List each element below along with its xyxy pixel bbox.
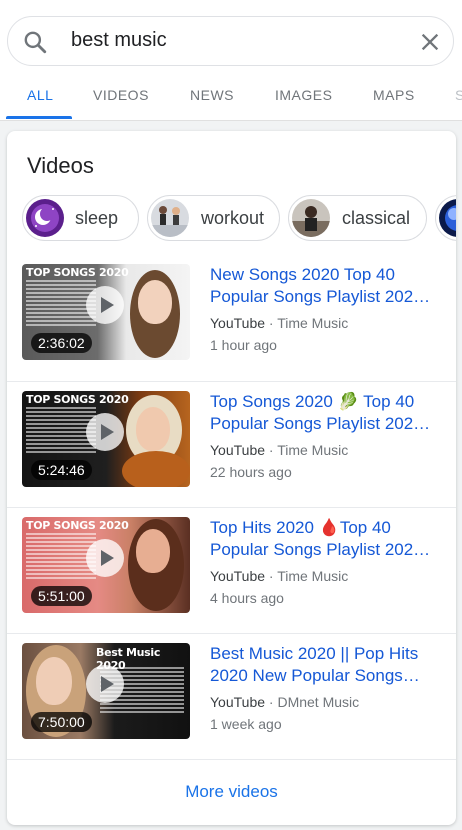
video-title[interactable]: Top Hits 2020 🩸Top 40 Popular Songs Play… bbox=[210, 517, 438, 561]
video-source: YouTube bbox=[210, 315, 266, 331]
search-box[interactable]: best music bbox=[7, 16, 454, 66]
tab-news[interactable]: NEWS bbox=[190, 87, 234, 103]
video-duration: 5:24:46 bbox=[31, 460, 92, 480]
play-icon bbox=[86, 665, 124, 703]
search-input[interactable]: best music bbox=[71, 29, 167, 52]
more-videos-link[interactable]: More videos bbox=[7, 782, 456, 802]
video-title[interactable]: Best Music 2020 || Pop Hits 2020 New Pop… bbox=[210, 643, 438, 687]
chip-label: sleep bbox=[75, 208, 119, 228]
video-result-1[interactable]: TOP SONGS 2020 2:36:02 New Songs 2020 To… bbox=[7, 255, 456, 381]
video-age: 1 hour ago bbox=[210, 337, 277, 353]
video-channel: · Time Music bbox=[268, 568, 349, 584]
search-header: best music ALL VIDEOS NEWS IMAGES MAPS S bbox=[0, 0, 462, 121]
video-meta: YouTube · Time Music bbox=[210, 442, 348, 458]
video-age: 4 hours ago bbox=[210, 590, 284, 606]
chip-sleep[interactable]: sleep bbox=[22, 195, 139, 241]
earth-icon bbox=[439, 199, 456, 237]
video-result-3[interactable]: TOP SONGS 2020 5:51:00 Top Hits 2020 🩸To… bbox=[7, 507, 456, 634]
moon-icon bbox=[26, 199, 64, 237]
tab-videos[interactable]: VIDEOS bbox=[93, 87, 149, 103]
active-tab-indicator bbox=[6, 116, 72, 119]
chip-workout[interactable]: workout bbox=[147, 195, 280, 241]
video-source: YouTube bbox=[210, 568, 266, 584]
chip-classical[interactable]: classical bbox=[288, 195, 427, 241]
tab-all[interactable]: ALL bbox=[27, 87, 53, 103]
video-meta: YouTube · DMnet Music bbox=[210, 694, 359, 710]
workout-thumbnail bbox=[151, 199, 189, 237]
video-meta: YouTube · Time Music bbox=[210, 315, 348, 331]
video-duration: 5:51:00 bbox=[31, 586, 92, 606]
video-source: YouTube bbox=[210, 442, 266, 458]
search-tabs: ALL VIDEOS NEWS IMAGES MAPS S bbox=[0, 70, 462, 120]
video-thumbnail[interactable]: Best Music 2020 7:50:00 bbox=[22, 643, 190, 739]
video-channel: · Time Music bbox=[268, 442, 349, 458]
tab-overflow[interactable]: S bbox=[455, 87, 462, 103]
video-thumbnail[interactable]: TOP SONGS 2020 2:36:02 bbox=[22, 264, 190, 360]
video-result-4[interactable]: Best Music 2020 7:50:00 Best Music 2020 … bbox=[7, 633, 456, 760]
search-icon[interactable] bbox=[22, 29, 48, 55]
more-videos-section: More videos bbox=[7, 759, 456, 825]
tab-images[interactable]: IMAGES bbox=[275, 87, 332, 103]
video-age: 22 hours ago bbox=[210, 464, 292, 480]
video-title[interactable]: Top Songs 2020 🥬 Top 40 Popular Songs Pl… bbox=[210, 391, 438, 435]
video-source: YouTube bbox=[210, 694, 266, 710]
search-results-page: best music ALL VIDEOS NEWS IMAGES MAPS S… bbox=[0, 0, 462, 830]
tab-maps[interactable]: MAPS bbox=[373, 87, 415, 103]
video-result-2[interactable]: TOP SONGS 2020 5:24:46 Top Songs 2020 🥬 … bbox=[7, 381, 456, 508]
card-title: Videos bbox=[27, 153, 94, 178]
video-channel: · DMnet Music bbox=[268, 694, 360, 710]
videos-card: Videos sleep workout classical TOP SONGS… bbox=[7, 131, 456, 825]
video-channel: · Time Music bbox=[268, 315, 349, 331]
chip-label: classical bbox=[342, 208, 411, 228]
video-duration: 2:36:02 bbox=[31, 333, 92, 353]
chip-label: workout bbox=[201, 208, 265, 228]
play-icon bbox=[86, 413, 124, 451]
video-duration: 7:50:00 bbox=[31, 712, 92, 732]
chip-more[interactable] bbox=[435, 195, 456, 241]
video-thumbnail[interactable]: TOP SONGS 2020 5:51:00 bbox=[22, 517, 190, 613]
play-icon bbox=[86, 286, 124, 324]
video-age: 1 week ago bbox=[210, 716, 282, 732]
classical-thumbnail bbox=[292, 199, 330, 237]
video-topic-chips: sleep workout classical bbox=[22, 195, 456, 245]
play-icon bbox=[86, 539, 124, 577]
video-meta: YouTube · Time Music bbox=[210, 568, 348, 584]
close-icon[interactable] bbox=[419, 31, 441, 53]
video-thumbnail[interactable]: TOP SONGS 2020 5:24:46 bbox=[22, 391, 190, 487]
video-title[interactable]: New Songs 2020 Top 40 Popular Songs Play… bbox=[210, 264, 438, 308]
